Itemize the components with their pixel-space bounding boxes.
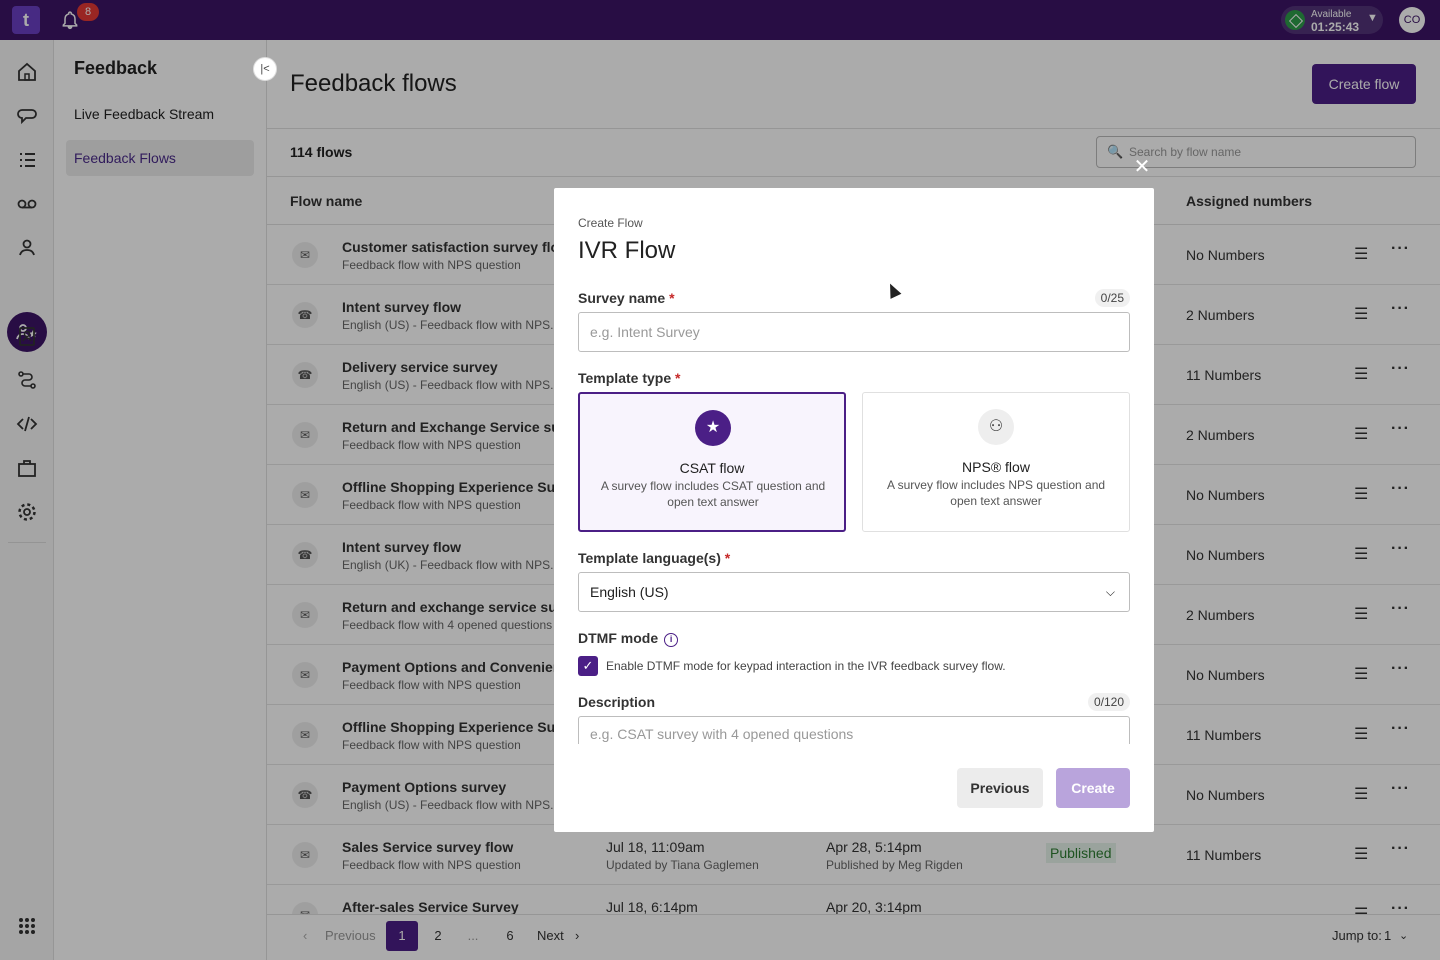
survey-name-input[interactable]: e.g. Intent Survey: [578, 312, 1130, 352]
speaking-person-icon: ⚇: [978, 409, 1014, 445]
csat-flow-card[interactable]: ★ CSAT flow A survey flow includes CSAT …: [578, 392, 846, 532]
description-label: Description: [578, 694, 656, 710]
previous-button[interactable]: Previous: [957, 768, 1043, 808]
collapse-sidebar-icon[interactable]: |<: [253, 57, 277, 81]
modal-title: IVR Flow: [578, 237, 676, 264]
selected-language: English (US): [590, 584, 669, 600]
dtmf-checkbox-label: Enable DTMF mode for keypad interaction …: [606, 659, 1006, 673]
survey-name-label: Survey name *: [578, 290, 675, 306]
info-icon[interactable]: i: [664, 633, 679, 647]
dtmf-mode-label: DTMF mode i: [578, 630, 679, 647]
card-title: NPS® flow: [962, 459, 1030, 475]
card-description: A survey flow includes CSAT question and…: [600, 479, 826, 509]
nps-flow-card[interactable]: ⚇ NPS® flow A survey flow includes NPS q…: [862, 392, 1130, 532]
template-language-select[interactable]: English (US) ⌵: [578, 572, 1130, 612]
template-type-label: Template type *: [578, 370, 681, 386]
description-textarea[interactable]: e.g. CSAT survey with 4 opened questions: [578, 716, 1130, 744]
card-description: A survey flow includes NPS question and …: [886, 478, 1106, 508]
chevron-down-icon: ⌵: [1105, 585, 1115, 599]
dtmf-checkbox[interactable]: ✓: [578, 656, 598, 676]
star-icon: ★: [695, 410, 731, 446]
survey-name-counter: 0/25: [1094, 289, 1130, 307]
create-button[interactable]: Create: [1056, 768, 1130, 808]
modal-subtitle: Create Flow: [578, 216, 643, 230]
create-flow-modal: Create Flow IVR Flow Survey name * 0/25 …: [554, 188, 1154, 832]
card-title: CSAT flow: [679, 460, 745, 476]
description-counter: 0/120: [1087, 693, 1130, 711]
template-language-label: Template language(s) *: [578, 550, 731, 566]
close-icon[interactable]: ✕: [1133, 157, 1151, 177]
